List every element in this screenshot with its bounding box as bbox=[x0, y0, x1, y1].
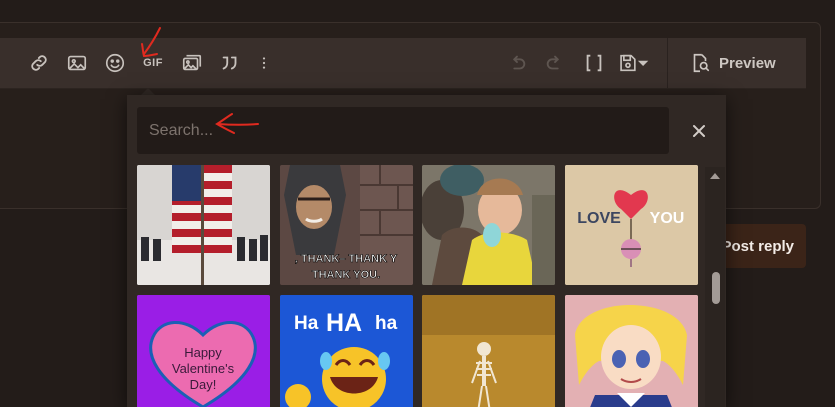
quote-icon[interactable] bbox=[216, 48, 244, 78]
gif-icon[interactable]: GIF bbox=[139, 48, 167, 78]
more-icon[interactable] bbox=[250, 48, 278, 78]
svg-text:Day!: Day! bbox=[190, 377, 217, 392]
svg-text:ha: ha bbox=[375, 313, 398, 334]
gif-result-love-you[interactable]: LOVE YOU bbox=[565, 165, 698, 285]
image-icon[interactable] bbox=[63, 48, 91, 78]
smiley-icon[interactable] bbox=[101, 48, 129, 78]
svg-text:Ha: Ha bbox=[294, 313, 319, 334]
scroll-thumb[interactable] bbox=[712, 272, 720, 304]
svg-text:YOU: YOU bbox=[650, 210, 685, 227]
gif-search-input[interactable] bbox=[137, 107, 669, 154]
gif-result-hahaha[interactable]: Ha HA ha bbox=[280, 295, 413, 407]
gif-result-thank-you[interactable]: , THANK– THANK Y THANK YOU. bbox=[280, 165, 413, 285]
link-icon[interactable] bbox=[25, 48, 53, 78]
close-icon[interactable] bbox=[685, 117, 713, 145]
preview-icon bbox=[693, 53, 710, 73]
save-draft-icon[interactable] bbox=[614, 48, 652, 78]
gif-result-skeleton[interactable] bbox=[422, 295, 555, 407]
svg-text:HA: HA bbox=[326, 309, 362, 337]
svg-text:LOVE: LOVE bbox=[577, 210, 621, 227]
svg-text:Happy: Happy bbox=[184, 345, 222, 360]
gif-result-valentines[interactable]: Happy Valentine's Day! bbox=[137, 295, 270, 407]
gif-result-baby[interactable] bbox=[422, 165, 555, 285]
fullscreen-icon[interactable] bbox=[580, 48, 608, 78]
gif-picker-popup: , THANK– THANK Y THANK YOU. bbox=[127, 95, 726, 407]
editor-toolbar: GIF Preview bbox=[0, 38, 806, 89]
gif-result-anime-crying[interactable] bbox=[565, 295, 698, 407]
redo-icon[interactable] bbox=[541, 48, 569, 78]
svg-text:THANK YOU.: THANK YOU. bbox=[312, 269, 380, 281]
scroll-up-arrow-icon[interactable] bbox=[710, 173, 720, 179]
svg-text:, THANK– THANK Y: , THANK– THANK Y bbox=[295, 253, 398, 265]
undo-icon[interactable] bbox=[503, 48, 531, 78]
media-icon[interactable] bbox=[178, 48, 206, 78]
toolbar-divider bbox=[667, 38, 668, 88]
gif-label: GIF bbox=[143, 57, 163, 69]
gif-results-grid: , THANK– THANK Y THANK YOU. LOVE YOU Hap… bbox=[127, 165, 726, 407]
gif-results-scrollbar[interactable] bbox=[705, 167, 725, 407]
preview-label: Preview bbox=[719, 54, 776, 72]
svg-text:Valentine's: Valentine's bbox=[172, 361, 235, 376]
post-reply-button[interactable]: Post reply bbox=[716, 224, 806, 268]
gif-result-flag[interactable] bbox=[137, 165, 270, 285]
preview-button[interactable]: Preview bbox=[689, 48, 776, 78]
